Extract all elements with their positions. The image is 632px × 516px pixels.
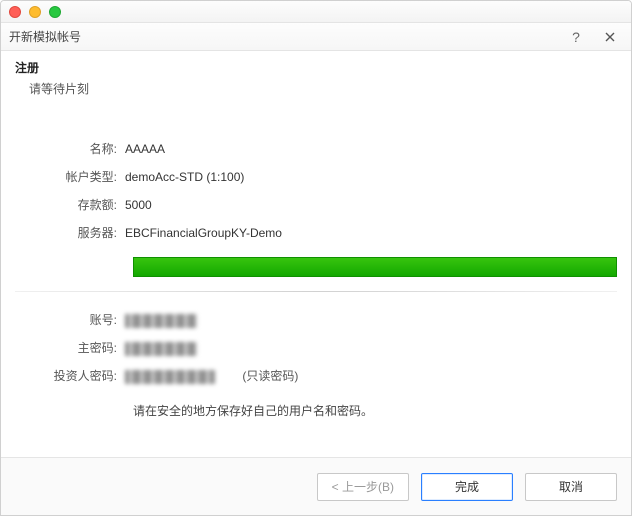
back-button: < 上一步(B) <box>317 473 409 501</box>
mac-minimize-icon[interactable] <box>29 6 41 18</box>
row-investor: 投资人密码: (只读密码) <box>15 366 617 386</box>
row-name: 名称: AAAAA <box>15 139 617 159</box>
title-bar: 开新模拟帐号 ? <box>1 23 631 51</box>
name-value: AAAAA <box>125 139 617 159</box>
content-area: 注册 请等待片刻 名称: AAAAA 帐户类型: demoAcc-STD (1:… <box>1 51 631 457</box>
server-value: EBCFinancialGroupKY-Demo <box>125 223 617 243</box>
account-type-value: demoAcc-STD (1:100) <box>125 167 617 187</box>
mac-traffic-lights <box>1 1 631 23</box>
section-subtitle: 请等待片刻 <box>29 80 617 97</box>
section-title: 注册 <box>15 59 617 76</box>
finish-button[interactable]: 完成 <box>421 473 513 501</box>
login-label: 账号: <box>15 310 125 330</box>
account-type-label: 帐户类型: <box>15 167 125 187</box>
login-value <box>125 310 617 330</box>
deposit-value: 5000 <box>125 195 617 215</box>
footer: < 上一步(B) 完成 取消 <box>1 457 631 515</box>
row-server: 服务器: EBCFinancialGroupKY-Demo <box>15 223 617 243</box>
help-button[interactable]: ? <box>559 25 593 49</box>
mac-close-icon[interactable] <box>9 6 21 18</box>
close-icon <box>605 32 615 42</box>
row-deposit: 存款额: 5000 <box>15 195 617 215</box>
row-password: 主密码: <box>15 338 617 358</box>
divider <box>15 291 617 292</box>
deposit-label: 存款额: <box>15 195 125 215</box>
password-label: 主密码: <box>15 338 125 358</box>
safety-note: 请在安全的地方保存好自己的用户名和密码。 <box>15 402 617 419</box>
redacted-value <box>125 370 215 384</box>
progress-bar-wrap <box>15 257 617 277</box>
name-label: 名称: <box>15 139 125 159</box>
cancel-button[interactable]: 取消 <box>525 473 617 501</box>
close-button[interactable] <box>593 25 627 49</box>
row-account-type: 帐户类型: demoAcc-STD (1:100) <box>15 167 617 187</box>
progress-bar <box>133 257 617 277</box>
server-label: 服务器: <box>15 223 125 243</box>
dialog-window: 开新模拟帐号 ? 注册 请等待片刻 名称: AAAAA 帐户类型: demoAc… <box>0 0 632 516</box>
redacted-value <box>125 342 197 356</box>
readonly-hint: (只读密码) <box>242 369 298 383</box>
row-login: 账号: <box>15 310 617 330</box>
mac-zoom-icon[interactable] <box>49 6 61 18</box>
redacted-value <box>125 314 197 328</box>
investor-value: (只读密码) <box>125 366 617 386</box>
window-title: 开新模拟帐号 <box>9 28 559 45</box>
password-value <box>125 338 617 358</box>
investor-label: 投资人密码: <box>15 366 125 386</box>
